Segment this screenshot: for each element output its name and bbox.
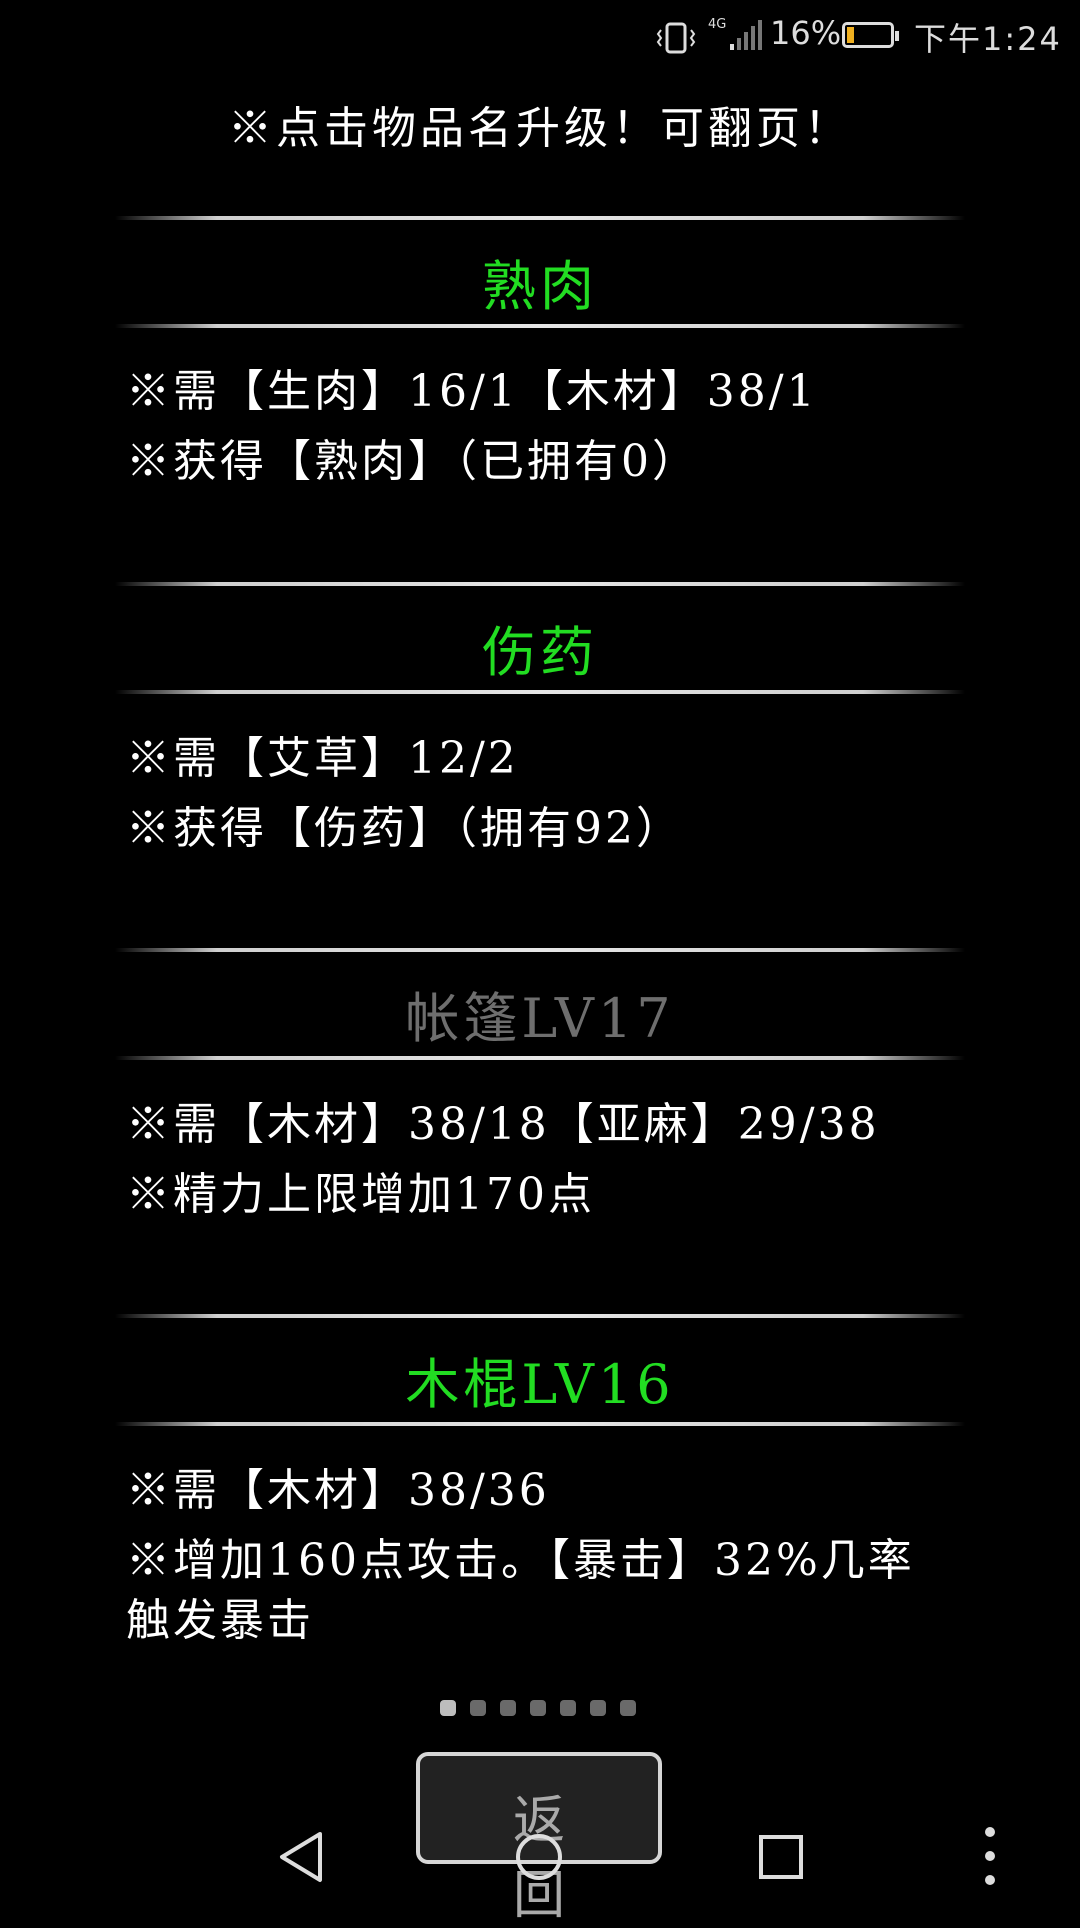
page-dot[interactable] [560,1700,576,1716]
back-triangle-icon[interactable] [276,1830,326,1884]
item-title-tent[interactable]: 帐篷LV17 [0,974,1080,1053]
item-effect: ※获得【熟肉】（已拥有0） [126,436,699,487]
item-title-medicine[interactable]: 伤药 [0,608,1080,687]
item-requirement: ※需【木材】38/18【亚麻】29/38 [126,1099,880,1150]
divider [115,1056,965,1060]
page-dot[interactable] [620,1700,636,1716]
item-requirement: ※需【生肉】16/1【木材】38/1 [126,366,818,417]
divider [115,1422,965,1426]
clock: 下午1:24 [914,20,1062,58]
item-requirement: ※需【木材】38/36 [126,1465,550,1516]
battery-icon [842,22,899,48]
item-requirement: ※需【艾草】12/2 [126,733,519,784]
svg-text:4G: 4G [708,17,726,32]
page-dot[interactable] [500,1700,516,1716]
page-dot[interactable] [440,1700,456,1716]
more-vertical-icon[interactable] [980,1824,1000,1888]
page-dot[interactable] [530,1700,546,1716]
status-bar: 4G 16% 下午1:24 [0,0,1080,75]
item-effect: ※获得【伤药】（拥有92） [126,803,683,854]
vibrate-icon [656,22,696,54]
hint-text: ※点击物品名升级！可翻页！ [228,103,852,154]
item-effect-continued: 触发暴击 [126,1595,314,1646]
page-dot[interactable] [470,1700,486,1716]
divider [115,324,965,328]
divider [115,948,965,952]
item-title-wooden-stick[interactable]: 木棍LV16 [0,1340,1080,1419]
recents-square-icon[interactable] [758,1834,804,1880]
divider [115,216,965,220]
item-effect: ※增加160点攻击。【暴击】32%几率 [126,1535,915,1586]
divider [115,1314,965,1318]
item-effect: ※精力上限增加170点 [126,1169,595,1220]
item-title-cooked-meat[interactable]: 熟肉 [0,242,1080,321]
navigation-bar [0,1800,1080,1920]
battery-percent: 16% [770,14,842,52]
signal-icon: 4G [708,17,762,50]
page-dot[interactable] [590,1700,606,1716]
battery-fill [847,27,854,43]
divider [115,690,965,694]
divider [115,582,965,586]
home-circle-icon[interactable] [514,1832,564,1882]
